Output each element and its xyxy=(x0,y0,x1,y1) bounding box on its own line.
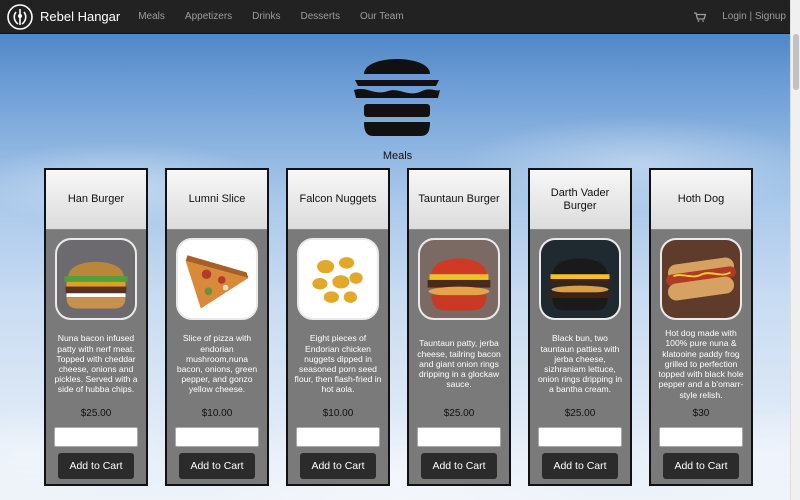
product-price: $25.00 xyxy=(443,408,475,419)
brand-name: Rebel Hangar xyxy=(40,9,121,24)
navbar: Rebel Hangar Meals Appetizers Drinks Des… xyxy=(0,0,790,34)
brand-link[interactable]: Rebel Hangar xyxy=(7,3,138,30)
nav-desserts[interactable]: Desserts xyxy=(301,11,340,22)
product-description: Eight pieces of Endorian chicken nuggets… xyxy=(294,333,382,395)
auth-links: Login | Signup xyxy=(722,11,786,22)
product-name: Hoth Dog xyxy=(651,170,751,230)
product-name: Lumni Slice xyxy=(167,170,267,230)
product-price: $10.00 xyxy=(201,408,233,419)
black-burger-photo xyxy=(539,238,621,320)
add-to-cart-button[interactable]: Add to Cart xyxy=(179,453,255,479)
quantity-input[interactable] xyxy=(659,427,743,447)
product-price: $30 xyxy=(692,408,710,419)
auth-separator: | xyxy=(746,11,755,22)
product-price: $25.00 xyxy=(564,408,596,419)
nav-our-team[interactable]: Our Team xyxy=(360,11,404,22)
add-to-cart-button[interactable]: Add to Cart xyxy=(300,453,376,479)
section-title: Meals xyxy=(382,150,413,162)
add-to-cart-button[interactable]: Add to Cart xyxy=(542,453,618,479)
product-card: Lumni Slice Slice of pizza with endorian… xyxy=(165,168,269,486)
product-description: Hot dog made with 100% pure nuna & klato… xyxy=(658,328,744,400)
burger-hero-icon xyxy=(354,59,440,136)
product-name: Tauntaun Burger xyxy=(409,170,509,230)
product-grid: Han Burger Nuna bacon infused patty with… xyxy=(44,168,770,486)
product-card: Darth Vader Burger Black bun, two taunta… xyxy=(528,168,632,486)
product-price: $25.00 xyxy=(80,408,112,419)
quantity-input[interactable] xyxy=(538,427,622,447)
quantity-input[interactable] xyxy=(417,427,501,447)
scrollbar-thumb[interactable] xyxy=(793,34,799,90)
red-burger-photo xyxy=(418,238,500,320)
product-name: Falcon Nuggets xyxy=(288,170,388,230)
nav-appetizers[interactable]: Appetizers xyxy=(185,11,232,22)
product-description: Nuna bacon infused patty with nerf meat.… xyxy=(54,333,138,395)
nav-drinks[interactable]: Drinks xyxy=(252,11,280,22)
burger-photo xyxy=(55,238,137,320)
add-to-cart-button[interactable]: Add to Cart xyxy=(663,453,739,479)
product-description: Black bun, two tauntaun patties with jer… xyxy=(537,333,623,395)
product-card: Tauntaun Burger Tauntaun patty, jerba ch… xyxy=(407,168,511,486)
add-to-cart-button[interactable]: Add to Cart xyxy=(58,453,134,479)
nav-meals[interactable]: Meals xyxy=(138,11,165,22)
quantity-input[interactable] xyxy=(296,427,380,447)
shopping-cart-icon[interactable] xyxy=(694,11,707,22)
product-card: Han Burger Nuna bacon infused patty with… xyxy=(44,168,148,486)
product-name: Darth Vader Burger xyxy=(530,170,630,230)
product-description: Slice of pizza with endorian mushroom,nu… xyxy=(176,333,258,395)
quantity-input[interactable] xyxy=(175,427,259,447)
add-to-cart-button[interactable]: Add to Cart xyxy=(421,453,497,479)
hotdog-photo xyxy=(660,238,742,320)
login-link[interactable]: Login xyxy=(722,11,746,22)
product-card: Falcon Nuggets Eight pieces of Endorian … xyxy=(286,168,390,486)
pizza-photo xyxy=(176,238,258,320)
signup-link[interactable]: Signup xyxy=(755,11,786,22)
page-scrollbar[interactable] xyxy=(790,0,800,500)
product-price: $10.00 xyxy=(322,408,354,419)
rebel-alliance-logo-icon xyxy=(7,3,33,30)
product-card: Hoth Dog Hot dog made with 100% pure nun… xyxy=(649,168,753,486)
product-name: Han Burger xyxy=(46,170,146,230)
nuggets-photo xyxy=(297,238,379,320)
product-description: Tauntaun patty, jerba cheese, tailring b… xyxy=(417,338,501,390)
quantity-input[interactable] xyxy=(54,427,138,447)
